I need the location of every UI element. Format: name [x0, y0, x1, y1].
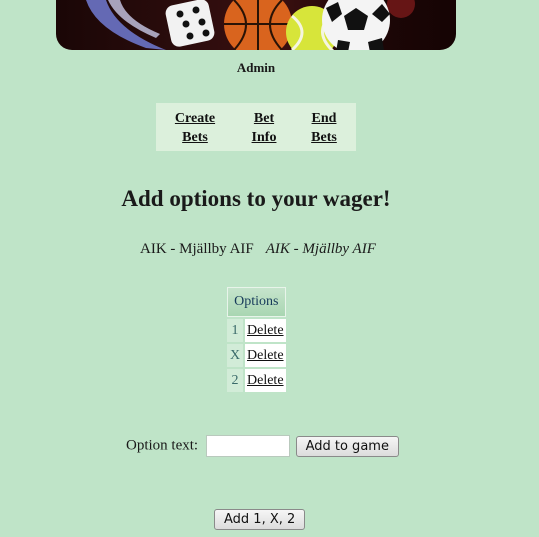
- page-title: Add options to your wager!: [121, 186, 391, 211]
- basketball-icon: [224, 0, 292, 50]
- option-symbol: 2: [227, 369, 243, 392]
- match-name-italic: AIK - Mjällby AIF: [265, 241, 376, 257]
- add-to-game-button[interactable]: Add to game: [295, 435, 399, 457]
- options-header: Options: [227, 287, 286, 317]
- dice-icon: [165, 0, 215, 47]
- delete-option-link[interactable]: Delete: [247, 348, 284, 363]
- end-bets-link[interactable]: End Bets: [306, 109, 342, 147]
- add-option-form: Option text: Add to game: [126, 435, 399, 457]
- sports-banner: [56, 0, 456, 50]
- soccer-ball-icon: [322, 0, 390, 50]
- create-bets-link[interactable]: Create Bets: [172, 109, 218, 147]
- match-line: AIK - Mjällby AIF AIK - Mjällby AIF: [140, 241, 376, 258]
- option-symbol: 1: [227, 319, 243, 342]
- bet-info-link[interactable]: Bet Info: [246, 109, 282, 147]
- nav-menu: Create Bets Bet Info End Bets: [156, 103, 356, 151]
- option-symbol: X: [227, 344, 243, 367]
- add-1x2-button[interactable]: Add 1, X, 2: [214, 509, 306, 530]
- option-text-input[interactable]: [205, 435, 290, 457]
- options-table: Options 1 Delete X Delete 2 Delete: [225, 285, 288, 394]
- match-name: AIK - Mjällby AIF: [140, 241, 254, 257]
- user-label: Admin: [236, 60, 276, 75]
- table-row: X Delete: [227, 344, 286, 367]
- option-text-label: Option text:: [126, 437, 199, 454]
- end-bets-line1: End: [311, 111, 337, 126]
- table-row: 1 Delete: [227, 319, 286, 342]
- table-row: 2 Delete: [227, 369, 286, 392]
- delete-option-link[interactable]: Delete: [247, 373, 284, 388]
- bet-info-line1: Bet: [253, 111, 275, 126]
- create-bets-line1: Create: [174, 111, 216, 126]
- bet-info-line2: Info: [251, 130, 277, 145]
- delete-option-link[interactable]: Delete: [247, 323, 284, 338]
- end-bets-line2: Bets: [311, 130, 337, 145]
- create-bets-line2: Bets: [182, 130, 208, 145]
